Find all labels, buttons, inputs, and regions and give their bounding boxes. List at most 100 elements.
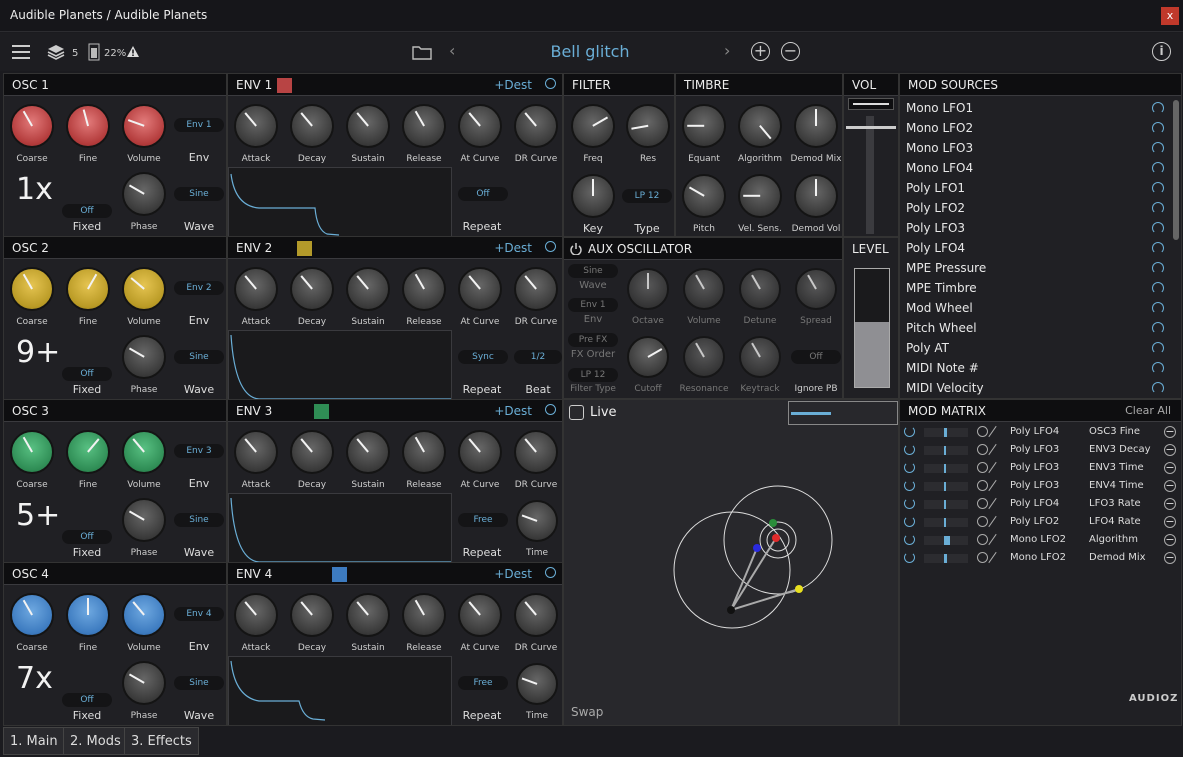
remove-mod-button[interactable]: − <box>1164 534 1176 546</box>
osc-phase-knob[interactable] <box>122 661 166 705</box>
mod-source-name[interactable]: Poly LFO4 <box>1010 498 1059 509</box>
mod-source-drag-icon[interactable] <box>1152 102 1164 114</box>
vol-slider-handle[interactable] <box>846 126 896 129</box>
osc-fixed-value[interactable]: Off <box>62 204 112 218</box>
mod-source-drag-icon[interactable] <box>1152 342 1164 354</box>
mod-depth-slider[interactable] <box>924 536 968 545</box>
swap-button[interactable]: Swap <box>571 705 603 719</box>
remove-mod-button[interactable]: − <box>1164 462 1176 474</box>
mod-dest-name[interactable]: Algorithm <box>1089 534 1138 545</box>
aux-wave-value[interactable]: Sine <box>568 264 618 278</box>
mod-dest-name[interactable]: LFO3 Rate <box>1089 498 1141 509</box>
env-beat-value[interactable]: 1/2 <box>514 350 562 364</box>
mod-source-drag-icon[interactable] <box>1152 322 1164 334</box>
mod-source-item[interactable]: Mono LFO2 <box>900 118 1170 138</box>
remove-mod-button[interactable]: − <box>1164 498 1176 510</box>
env-time-knob[interactable] <box>516 663 558 705</box>
mod-source-item[interactable]: Poly LFO3 <box>900 218 1170 238</box>
power-icon[interactable] <box>904 426 915 437</box>
env-color-swatch[interactable] <box>314 404 329 419</box>
folder-icon[interactable] <box>412 44 432 60</box>
mod-source-drag-icon[interactable] <box>1152 142 1164 154</box>
env-mod-icon[interactable] <box>545 241 556 252</box>
env-mod-icon[interactable] <box>545 78 556 89</box>
mod-source-item[interactable]: MIDI Note # <box>900 358 1170 378</box>
mod-source-drag-icon[interactable] <box>1152 262 1164 274</box>
next-preset-button[interactable]: › <box>724 41 730 60</box>
bipolar-icon[interactable] <box>977 462 988 473</box>
mod-depth-slider[interactable] <box>924 464 968 473</box>
env-release-knob[interactable] <box>402 267 446 311</box>
env-add-dest-button[interactable]: +Dest <box>494 241 532 255</box>
env-release-knob[interactable] <box>402 104 446 148</box>
env-mode-value[interactable]: Free <box>458 513 508 527</box>
osc-fine-knob[interactable] <box>66 104 110 148</box>
env-add-dest-button[interactable]: +Dest <box>494 404 532 418</box>
osc-phase-knob[interactable] <box>122 172 166 216</box>
mod-source-item[interactable]: Mono LFO1 <box>900 98 1170 118</box>
filter-type-value[interactable]: LP 12 <box>622 189 672 203</box>
osc-fixed-value[interactable]: Off <box>62 530 112 544</box>
osc-wave-value[interactable]: Sine <box>174 676 224 690</box>
osc-fine-knob[interactable] <box>66 593 110 637</box>
env-decay-knob[interactable] <box>290 267 334 311</box>
equant-knob[interactable] <box>682 104 726 148</box>
osc-env-value[interactable]: Env 1 <box>174 118 224 132</box>
env-atcurve-knob[interactable] <box>458 593 502 637</box>
env-sustain-knob[interactable] <box>346 104 390 148</box>
mod-source-item[interactable]: Poly LFO1 <box>900 178 1170 198</box>
aux-detune-knob[interactable] <box>739 268 781 310</box>
env-color-swatch[interactable] <box>297 241 312 256</box>
env-color-swatch[interactable] <box>332 567 347 582</box>
mod-source-item[interactable]: Mod Wheel <box>900 298 1170 318</box>
env-attack-knob[interactable] <box>234 104 278 148</box>
env-decay-knob[interactable] <box>290 593 334 637</box>
env-sustain-knob[interactable] <box>346 430 390 474</box>
env-time-knob[interactable] <box>516 500 558 542</box>
mod-source-item[interactable]: Poly LFO2 <box>900 198 1170 218</box>
filter-key-knob[interactable] <box>571 174 615 218</box>
mod-source-name[interactable]: Poly LFO3 <box>1010 462 1059 473</box>
mod-source-name[interactable]: Poly LFO3 <box>1010 480 1059 491</box>
osc-env-value[interactable]: Env 3 <box>174 444 224 458</box>
bipolar-icon[interactable] <box>977 516 988 527</box>
env-release-knob[interactable] <box>402 593 446 637</box>
mod-source-name[interactable]: Poly LFO3 <box>1010 444 1059 455</box>
env-sustain-knob[interactable] <box>346 267 390 311</box>
curve-icon[interactable] <box>988 551 997 564</box>
clear-all-button[interactable]: Clear All <box>1125 404 1171 417</box>
bipolar-icon[interactable] <box>977 534 988 545</box>
mod-source-drag-icon[interactable] <box>1152 122 1164 134</box>
osc-phase-knob[interactable] <box>122 498 166 542</box>
mod-source-drag-icon[interactable] <box>1152 382 1164 394</box>
aux-filtertype-value[interactable]: LP 12 <box>568 368 618 382</box>
curve-icon[interactable] <box>988 443 997 456</box>
env-drcurve-knob[interactable] <box>514 267 558 311</box>
close-button[interactable]: x <box>1161 7 1179 25</box>
aux-fxorder-value[interactable]: Pre FX <box>568 333 618 347</box>
env-graph[interactable] <box>228 656 452 725</box>
info-button[interactable]: i <box>1152 42 1171 61</box>
bipolar-icon[interactable] <box>977 426 988 437</box>
curve-icon[interactable] <box>988 515 997 528</box>
curve-icon[interactable] <box>988 533 997 546</box>
curve-icon[interactable] <box>988 425 997 438</box>
aux-resonance-knob[interactable] <box>683 336 725 378</box>
mod-dest-name[interactable]: ENV3 Decay <box>1089 444 1151 455</box>
filter-res-knob[interactable] <box>626 104 670 148</box>
demod-mix-knob[interactable] <box>794 104 838 148</box>
env-color-swatch[interactable] <box>277 78 292 93</box>
env-add-dest-button[interactable]: +Dest <box>494 567 532 581</box>
layers-icon[interactable] <box>47 43 65 61</box>
power-icon[interactable] <box>904 462 915 473</box>
mod-source-item[interactable]: MPE Pressure <box>900 258 1170 278</box>
mod-dest-name[interactable]: ENV4 Time <box>1089 480 1144 491</box>
bipolar-icon[interactable] <box>977 552 988 563</box>
env-drcurve-knob[interactable] <box>514 430 558 474</box>
mod-source-drag-icon[interactable] <box>1152 202 1164 214</box>
mod-dest-name[interactable]: OSC3 Fine <box>1089 426 1140 437</box>
mod-source-name[interactable]: Poly LFO4 <box>1010 426 1059 437</box>
power-icon[interactable] <box>904 516 915 527</box>
osc-volume-knob[interactable] <box>122 104 166 148</box>
mod-source-item[interactable]: Poly AT <box>900 338 1170 358</box>
